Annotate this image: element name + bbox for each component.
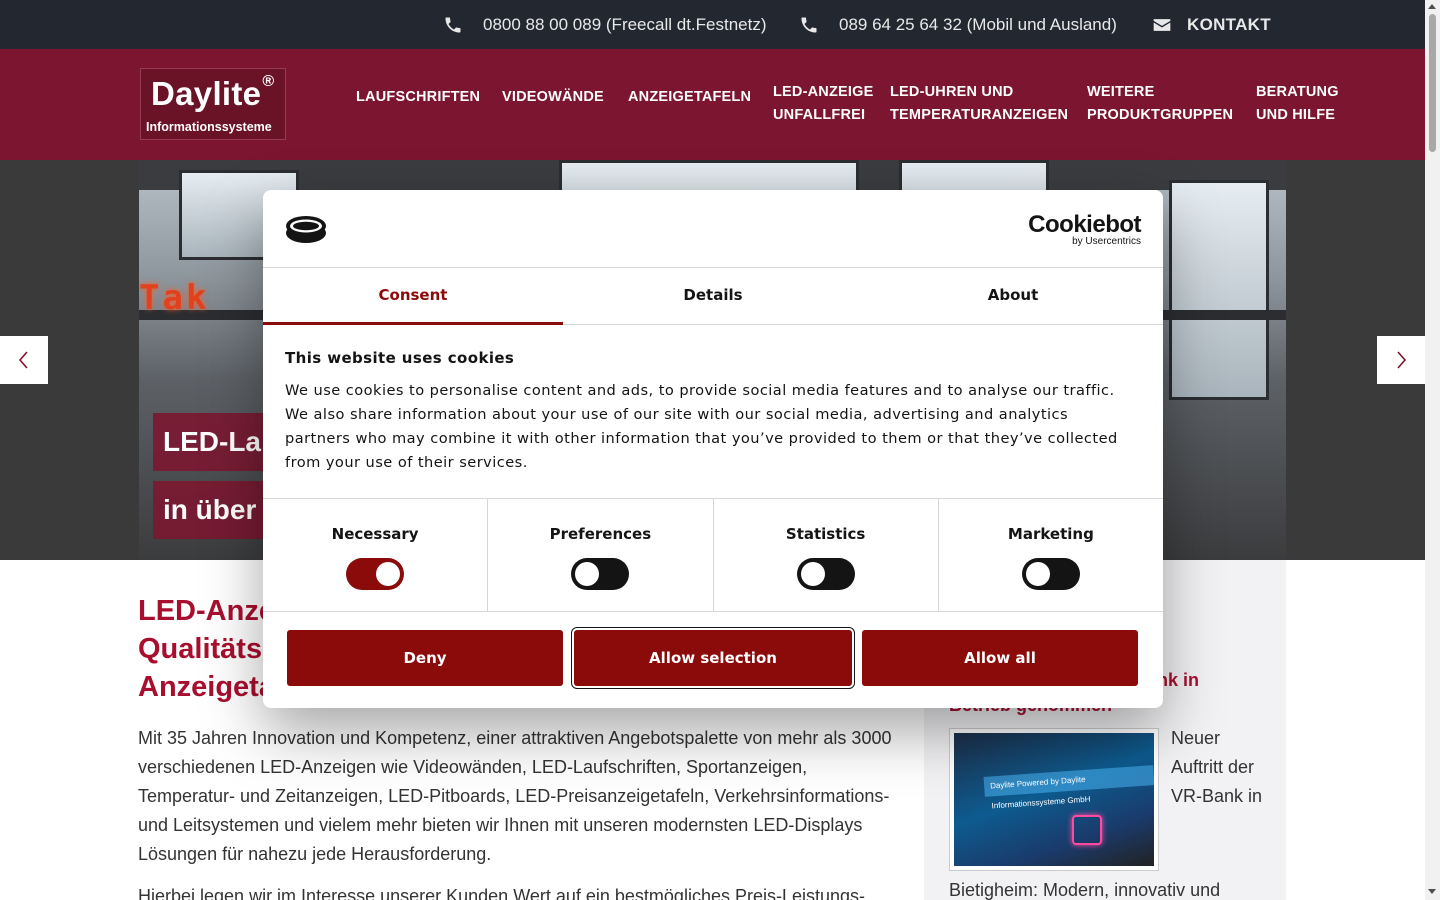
phone-icon <box>801 17 817 32</box>
consent-tabs: Consent Details About <box>263 267 1163 325</box>
necessary-toggle[interactable] <box>346 558 405 590</box>
vr-bank-logo-icon <box>1072 815 1102 845</box>
category-label: Statistics <box>785 525 866 543</box>
nav-weitere-produktgruppen[interactable]: WEITERE PRODUKTGRUPPEN <box>1087 81 1233 127</box>
cookie-categories: Necessary Preferences Statistics Marketi… <box>263 498 1163 612</box>
thumbnail-banner-text: Daylite Powered by Daylite Informationss… <box>983 765 1154 810</box>
nav-led-anzeige-unfallfrei[interactable]: LED-ANZEIGE UNFALLFREI <box>773 81 873 127</box>
hero-led-sign: Tak <box>139 278 210 318</box>
chevron-right-icon <box>1397 351 1407 369</box>
slider-prev-button[interactable] <box>0 336 48 384</box>
cookie-dialog-title: This website uses cookies <box>285 349 515 367</box>
category-marketing: Marketing <box>939 499 1163 611</box>
category-label: Necessary <box>331 525 419 543</box>
deny-button[interactable]: Deny <box>287 630 563 686</box>
phone-mobile-link[interactable]: 089 64 25 64 32 (Mobil und Ausland) <box>799 0 1117 49</box>
phone-freecall-text: 0800 88 00 089 (Freecall dt.Festnetz) <box>483 14 767 34</box>
allow-all-button[interactable]: Allow all <box>862 630 1138 686</box>
page-scrollbar[interactable] <box>1425 0 1440 900</box>
tab-details[interactable]: Details <box>563 268 863 324</box>
tab-consent[interactable]: Consent <box>263 268 563 325</box>
nav-beratung-hilfe[interactable]: BERATUNG UND HILFE <box>1256 81 1339 127</box>
cookie-consent-dialog: Cookiebot by Usercentrics Consent Detail… <box>263 190 1163 708</box>
category-statistics: Statistics <box>714 499 939 611</box>
contact-text: KONTAKT <box>1187 14 1271 34</box>
phone-mobile-text: 089 64 25 64 32 (Mobil und Ausland) <box>839 14 1117 34</box>
news-thumbnail[interactable]: Daylite Powered by Daylite Informationss… <box>949 728 1159 871</box>
chevron-left-icon <box>18 351 28 369</box>
statistics-toggle[interactable] <box>796 558 855 590</box>
tab-about[interactable]: About <box>863 268 1163 324</box>
main-header: Daylite® Informationssysteme LAUFSCHRIFT… <box>0 49 1425 160</box>
marketing-toggle[interactable] <box>1021 558 1080 590</box>
slider-next-button[interactable] <box>1377 336 1425 384</box>
second-paragraph: Hierbei legen wir im Interesse unserer K… <box>138 886 866 900</box>
hero-caption-line2: in über <box>153 481 271 539</box>
cookiebot-brand[interactable]: Cookiebot by Usercentrics <box>1028 212 1141 247</box>
cookie-dialog-text: We use cookies to personalise content an… <box>285 382 1118 471</box>
category-label: Preferences <box>549 525 652 543</box>
phone-freecall-link[interactable]: 0800 88 00 089 (Freecall dt.Festnetz) <box>443 0 767 49</box>
contact-link[interactable]: KONTAKT <box>1152 0 1271 49</box>
scroll-down-arrow-icon[interactable] <box>1428 889 1436 894</box>
news-excerpt: Neuer Auftritt der VR-Bank in <box>1171 728 1263 806</box>
hero-caption-line1: LED-La <box>153 413 271 471</box>
daylite-logo[interactable]: Daylite® Informationssysteme <box>140 68 286 140</box>
logo-name: Daylite® <box>151 73 275 112</box>
phone-icon <box>445 17 461 32</box>
nav-laufschriften[interactable]: LAUFSCHRIFTEN <box>356 86 480 109</box>
envelope-icon <box>1153 18 1171 31</box>
news-excerpt-continued: Bietigheim: Modern, innovativ und <box>949 880 1221 900</box>
preferences-toggle[interactable] <box>571 558 630 590</box>
nav-videowaende[interactable]: VIDEOWÄNDE <box>502 86 604 109</box>
nav-led-uhren[interactable]: LED-UHREN UND TEMPERATURANZEIGEN <box>890 81 1068 127</box>
cookie-logo-icon <box>286 216 326 243</box>
logo-subtitle: Informationssysteme <box>146 120 272 134</box>
intro-paragraph: Mit 35 Jahren Innovation und Kompetenz, … <box>138 728 892 864</box>
nav-anzeigetafeln[interactable]: ANZEIGETAFELN <box>628 86 751 109</box>
category-preferences: Preferences <box>488 499 714 611</box>
top-contact-bar: 0800 88 00 089 (Freecall dt.Festnetz) 08… <box>0 0 1425 49</box>
scroll-up-arrow-icon[interactable] <box>1428 4 1436 9</box>
category-necessary: Necessary <box>263 499 489 611</box>
category-label: Marketing <box>1007 525 1094 543</box>
allow-selection-button[interactable]: Allow selection <box>574 630 852 686</box>
scrollbar-thumb[interactable] <box>1429 14 1436 152</box>
